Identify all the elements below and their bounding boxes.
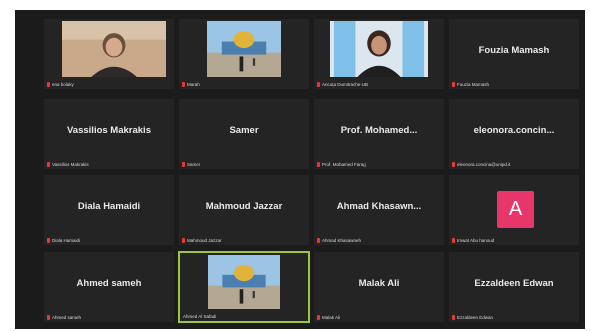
meeting-gallery: ena bolaky Marah Ancuța Dumitrache-UB Fo… [15, 10, 585, 329]
participant-name: Ahmad Khasawn... [336, 201, 422, 212]
participant-tile-12[interactable]: A Imwat Abu hanoud [448, 174, 580, 246]
mic-muted-icon [317, 238, 320, 243]
mic-muted-icon [47, 238, 50, 243]
participant-tile-5[interactable]: Vassilios Makrakis Vassilios Makrakis [43, 98, 175, 170]
mic-muted-icon [452, 315, 455, 320]
participant-label: ena bolaky [47, 82, 74, 87]
mic-muted-icon [452, 82, 455, 87]
participant-tile-9[interactable]: Diala Hamaidi Diala Hamaidi [43, 174, 175, 246]
mic-muted-icon [182, 162, 185, 167]
participant-name: Fouzia Mamash [478, 45, 550, 56]
participant-label: Imwat Abu hanoud [452, 238, 494, 243]
mic-muted-icon [317, 162, 320, 167]
participant-label: eleonora.concina@unipd.it [452, 162, 510, 167]
participant-video [62, 21, 166, 77]
mic-muted-icon [47, 82, 50, 87]
participant-video [208, 255, 280, 309]
participant-tile-10[interactable]: Mahmoud Jazzar Mahmoud Jazzar [178, 174, 310, 246]
mic-muted-icon [317, 82, 320, 87]
participant-name: Samer [229, 125, 259, 136]
participant-video [330, 21, 428, 77]
participant-name: Vassilios Makrakis [67, 125, 151, 136]
participant-label: Malak Ali [317, 315, 340, 320]
participant-name: eleonora.concin... [473, 125, 555, 136]
participant-tile-15[interactable]: Malak Ali Malak Ali [313, 251, 445, 323]
participant-label: Ancuța Dumitrache-UB [317, 82, 368, 87]
mic-muted-icon [182, 238, 185, 243]
participant-tile-4[interactable]: Fouzia Mamash Fouzia Mamash [448, 18, 580, 90]
participant-name: Diala Hamaidi [77, 201, 141, 212]
participant-tile-7[interactable]: Prof. Mohamed... Prof. Mohamed Farag [313, 98, 445, 170]
participant-label: Diala Hamaidi [47, 238, 80, 243]
participant-label: Ahmed Al Safadi [183, 314, 217, 319]
participant-name: Ezzaldeen Edwan [474, 278, 554, 289]
participant-label: Vassilios Makrakis [47, 162, 89, 167]
mic-muted-icon [317, 315, 320, 320]
participant-label: Mahmoud Jazzar [182, 238, 222, 243]
participant-name: Mahmoud Jazzar [205, 201, 283, 212]
participant-name: Ahmed sameh [76, 278, 142, 289]
participant-label: Samer [182, 162, 200, 167]
participant-video [207, 21, 281, 77]
mic-muted-icon [182, 82, 185, 87]
participant-tile-16[interactable]: Ezzaldeen Edwan Ezzaldeen Edwan [448, 251, 580, 323]
participant-tile-11[interactable]: Ahmad Khasawn... Ahmad Khasawneh [313, 174, 445, 246]
participant-tile-14-active-speaker[interactable]: Ahmed Al Safadi [178, 251, 310, 323]
participant-name: Prof. Mohamed... [340, 125, 418, 136]
participant-label: Ezzaldeen Edwan [452, 315, 493, 320]
mic-muted-icon [47, 315, 50, 320]
participant-label: Marah [182, 82, 200, 87]
participant-tile-6[interactable]: Samer Samer [178, 98, 310, 170]
participant-tile-2[interactable]: Marah [178, 18, 310, 90]
participant-tile-1[interactable]: ena bolaky [43, 18, 175, 90]
participant-avatar: A [497, 191, 534, 228]
participant-label: Fouzia Mamash [452, 82, 489, 87]
mic-muted-icon [452, 238, 455, 243]
mic-muted-icon [452, 162, 455, 167]
participant-tile-3[interactable]: Ancuța Dumitrache-UB [313, 18, 445, 90]
participant-tile-13[interactable]: Ahmed sameh Ahmed sameh [43, 251, 175, 323]
participant-label: Prof. Mohamed Farag [317, 162, 366, 167]
participant-tile-8[interactable]: eleonora.concin... eleonora.concina@unip… [448, 98, 580, 170]
mic-muted-icon [47, 162, 50, 167]
participant-name: Malak Ali [358, 278, 400, 289]
participant-label: Ahmed sameh [47, 315, 81, 320]
participant-label: Ahmad Khasawneh [317, 238, 361, 243]
